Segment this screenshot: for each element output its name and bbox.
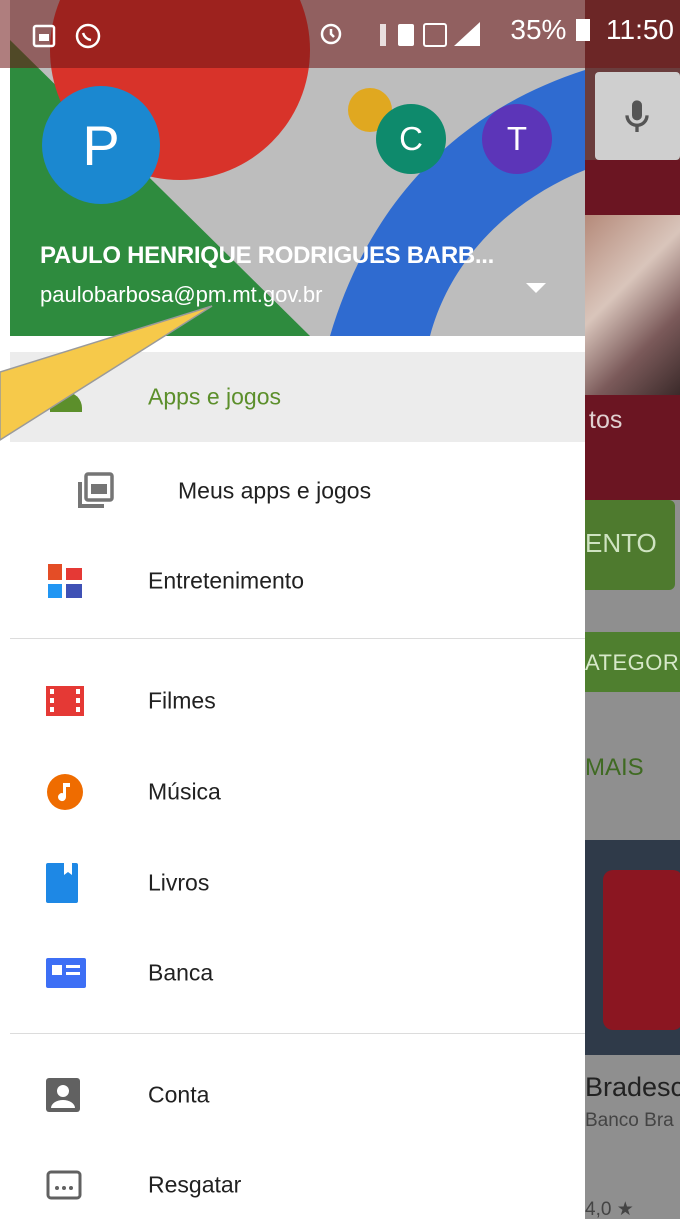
menu-label: Conta [148, 1081, 210, 1108]
clock: 11:50 [606, 14, 674, 45]
alarm-icon [320, 23, 342, 45]
banner-text: tos [589, 406, 623, 434]
account-name: PAULO HENRIQUE RODRIGUES BARB... [40, 242, 494, 269]
navigation-drawer: P C T PAULO HENRIQUE RODRIGUES BARB... p… [10, 0, 585, 1219]
menu-label: Filmes [148, 687, 216, 714]
tab-more: MAIS [585, 754, 644, 781]
menu-label: Música [148, 778, 221, 805]
film-icon [46, 686, 84, 716]
app-publisher: Banco Bra [585, 1110, 674, 1131]
signal-icons [380, 22, 480, 47]
menu-divider [10, 1033, 585, 1034]
menu-item-apps-games[interactable]: Apps e jogos [10, 352, 585, 442]
app-card [585, 840, 680, 1055]
status-right: 35% 11:50 [510, 14, 674, 46]
notification-icons [32, 23, 101, 49]
account-email: paulobarbosa@pm.mt.gov.br [40, 282, 323, 307]
menu-label: Livros [148, 869, 210, 896]
chevron-down-icon[interactable] [522, 280, 550, 296]
app-rating: 4,0 ★ [585, 1199, 634, 1219]
featured-banner-image [585, 215, 680, 395]
app-name: Bradesc [585, 1072, 680, 1102]
battery-level: 35% [510, 14, 567, 45]
voice-search-button [595, 72, 680, 160]
mic-icon [625, 100, 649, 132]
menu-item-redeem[interactable]: Resgatar [10, 1140, 585, 1219]
android-icon [50, 392, 82, 412]
featured-button: ENTO [585, 500, 675, 590]
book-icon [46, 863, 78, 903]
entertainment-icon [48, 564, 82, 598]
other-account-avatar-t[interactable]: T [482, 104, 552, 174]
menu-divider [10, 638, 585, 639]
menu-item-music[interactable]: Música [10, 747, 585, 837]
menu-label: Entretenimento [148, 567, 304, 594]
menu-label: Resgatar [148, 1171, 242, 1198]
account-box-icon [46, 1078, 80, 1112]
other-account-avatar-c[interactable]: C [376, 104, 446, 174]
battery-icon [576, 19, 591, 41]
music-icon [47, 774, 83, 810]
menu-label: Banca [148, 959, 214, 986]
menu-item-entertainment[interactable]: Entretenimento [10, 536, 585, 626]
menu-item-books[interactable]: Livros [10, 838, 585, 928]
newsstand-icon [46, 958, 86, 988]
menu-item-my-apps[interactable]: Meus apps e jogos [10, 446, 585, 536]
background-app: tos ENTO ATEGOR MAIS Bradesc Banco Bra 4… [585, 0, 680, 1219]
app-logo-icon [603, 870, 680, 1030]
menu-label: Apps e jogos [148, 383, 281, 410]
account-avatar[interactable]: P [42, 86, 160, 204]
redeem-icon [46, 1170, 82, 1200]
menu-item-movies[interactable]: Filmes [10, 656, 585, 746]
menu-item-account[interactable]: Conta [10, 1050, 585, 1140]
tab-categories: ATEGOR [585, 632, 680, 692]
menu-label: Meus apps e jogos [178, 477, 372, 504]
menu-item-newsstand[interactable]: Banca [10, 928, 585, 1018]
library-apps-icon [78, 472, 114, 508]
status-bar: 35% 11:50 [0, 0, 680, 68]
